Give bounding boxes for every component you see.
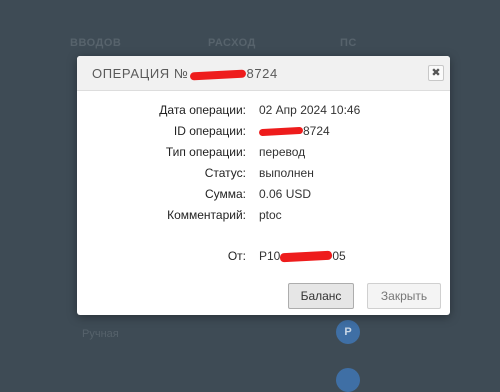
modal-title-suffix: 8724 bbox=[246, 66, 278, 81]
field-comment: Комментарий: ptoc bbox=[77, 208, 450, 224]
field-value: перевод bbox=[259, 145, 306, 159]
field-label: От: bbox=[227, 249, 246, 263]
modal-header: ОПЕРАЦИЯ № 8724 ✖ bbox=[77, 56, 450, 91]
field-label: Сумма: bbox=[204, 187, 246, 201]
field-label: Дата операции: bbox=[159, 103, 246, 117]
bg-row-text: Ручная bbox=[82, 328, 119, 340]
field-value: выполнен bbox=[259, 166, 314, 180]
redaction-mark bbox=[189, 69, 246, 81]
operation-modal: ОПЕРАЦИЯ № 8724 ✖ Дата операции: 02 Апр 2… bbox=[77, 56, 450, 315]
redaction-mark bbox=[258, 127, 304, 137]
field-status: Статус: выполнен bbox=[77, 166, 450, 182]
bg-column-header: РАСХОД bbox=[208, 37, 256, 49]
modal-title: ОПЕРАЦИЯ № 8724 bbox=[92, 66, 278, 81]
field-label: Тип операции: bbox=[165, 145, 246, 159]
field-value: 8724 bbox=[258, 124, 330, 138]
from-suffix: 05 bbox=[332, 249, 346, 263]
modal-title-prefix: ОПЕРАЦИЯ № bbox=[92, 66, 189, 81]
field-from: От: P10 05 bbox=[77, 249, 450, 265]
close-icon[interactable]: ✖ bbox=[428, 65, 444, 81]
field-label: ID операции: bbox=[173, 124, 246, 138]
from-prefix: P10 bbox=[259, 249, 281, 263]
field-value: 02 Апр 2024 10:46 bbox=[259, 103, 361, 117]
close-button[interactable]: Закрыть bbox=[367, 283, 441, 309]
field-date: Дата операции: 02 Апр 2024 10:46 bbox=[77, 103, 450, 119]
field-value: 0.06 USD bbox=[259, 187, 312, 201]
field-value: P10 05 bbox=[259, 249, 346, 263]
background-table-header: ВВОДОВ РАСХОД ПС bbox=[0, 32, 500, 52]
field-type: Тип операции: перевод bbox=[77, 145, 450, 161]
field-amount: Сумма: 0.06 USD bbox=[77, 187, 450, 203]
payeer-badge bbox=[336, 368, 360, 392]
payeer-badge: P bbox=[336, 320, 360, 344]
bg-column-header: ВВОДОВ bbox=[70, 37, 122, 49]
field-label: Статус: bbox=[204, 166, 246, 180]
field-id: ID операции: 8724 bbox=[77, 124, 450, 140]
bg-column-header: ПС bbox=[340, 37, 357, 49]
balance-button[interactable]: Баланс bbox=[288, 283, 354, 309]
field-value: ptoc bbox=[259, 208, 282, 222]
id-suffix: 8724 bbox=[303, 124, 330, 138]
field-label: Комментарий: bbox=[167, 208, 246, 222]
redaction-mark bbox=[280, 250, 333, 263]
